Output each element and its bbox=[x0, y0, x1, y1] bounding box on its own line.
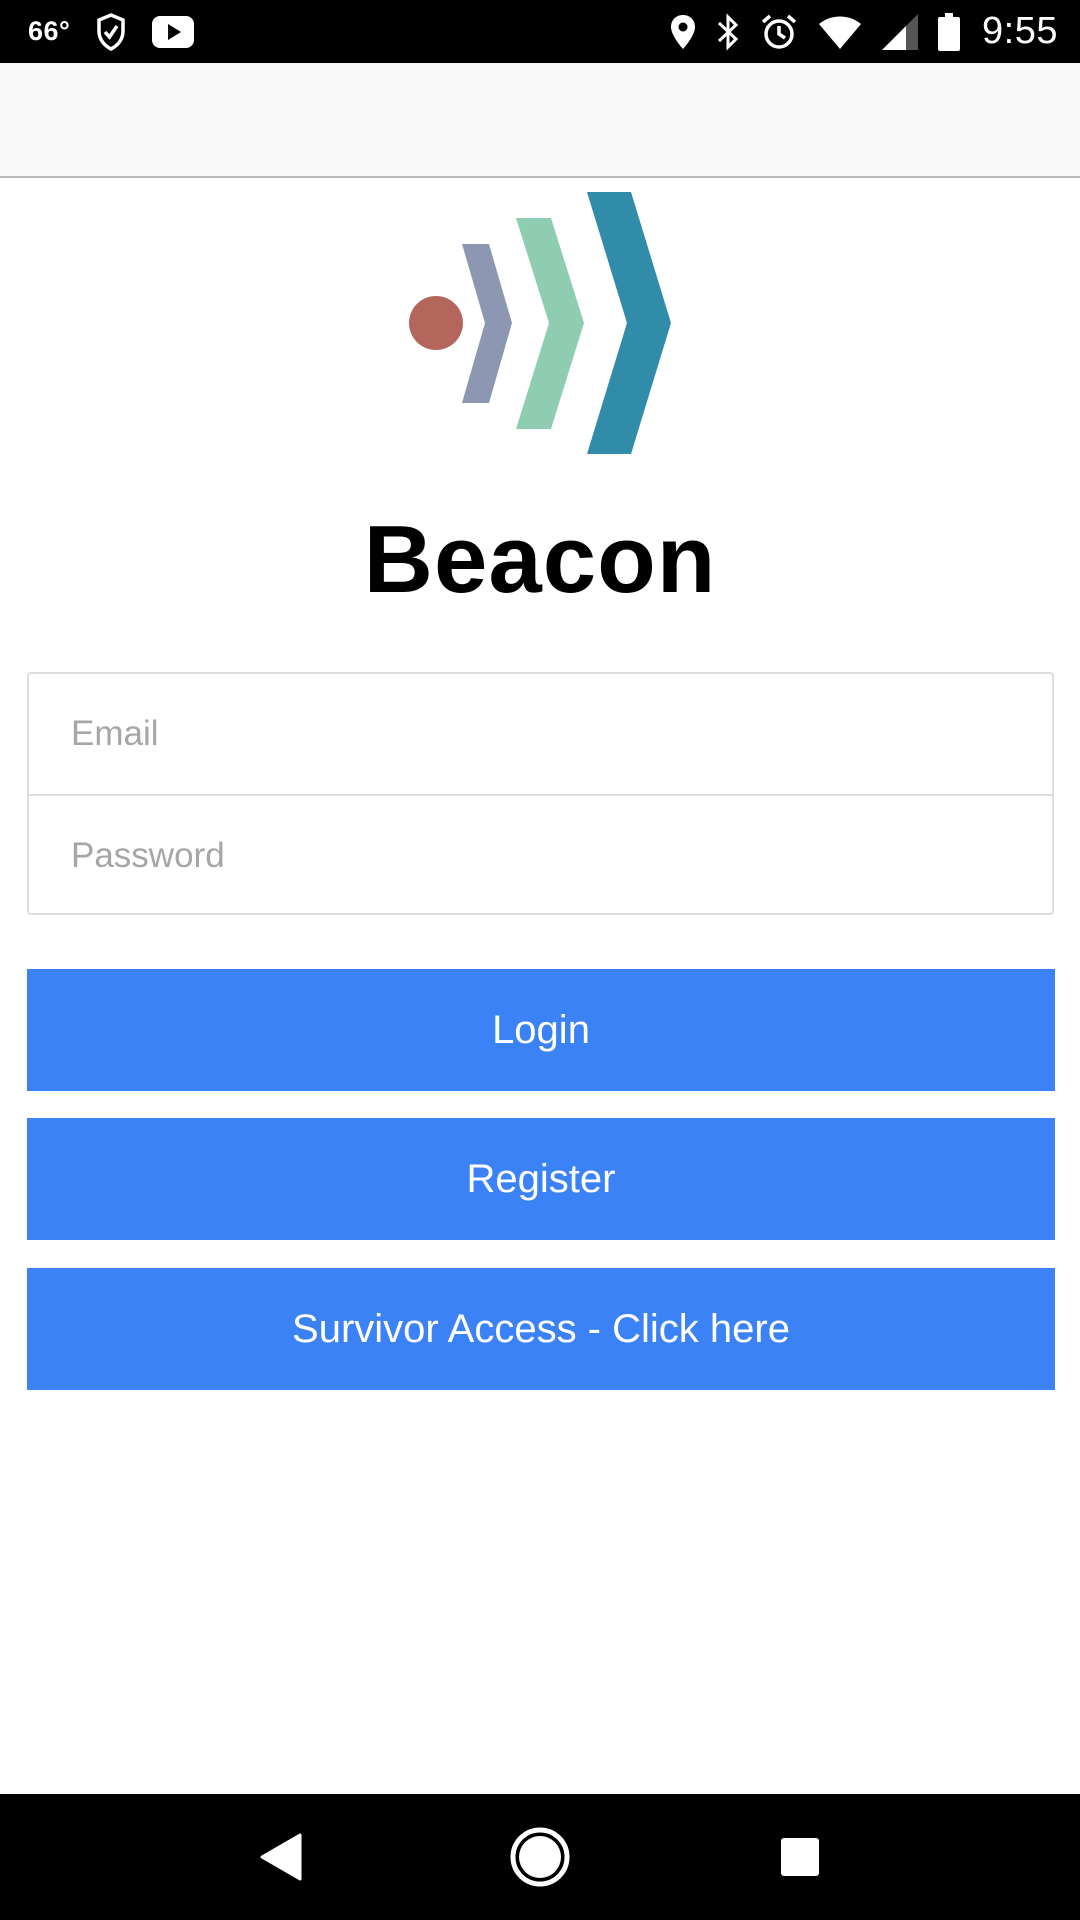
back-icon[interactable] bbox=[235, 1812, 325, 1902]
wifi-icon bbox=[818, 15, 862, 49]
clock-text: 9:55 bbox=[982, 10, 1058, 52]
login-form bbox=[27, 672, 1054, 916]
navigation-bar bbox=[0, 1794, 1080, 1920]
survivor-access-button[interactable]: Survivor Access - Click here bbox=[27, 1268, 1055, 1390]
youtube-icon bbox=[152, 15, 195, 48]
battery-icon bbox=[938, 12, 961, 51]
email-field[interactable] bbox=[29, 674, 1052, 794]
home-icon[interactable] bbox=[495, 1812, 585, 1902]
temperature-text: 66° bbox=[28, 16, 71, 46]
login-button[interactable]: Login bbox=[27, 969, 1055, 1091]
logo-chevron-small bbox=[462, 244, 512, 403]
status-bar-left: 66° bbox=[28, 12, 220, 51]
status-bar-right: 9:55 bbox=[650, 10, 1058, 53]
register-button[interactable]: Register bbox=[27, 1118, 1055, 1240]
logo-dot bbox=[409, 296, 463, 350]
password-field[interactable] bbox=[29, 796, 1052, 916]
shield-check-icon bbox=[96, 12, 126, 51]
logo-chevron-large bbox=[587, 192, 671, 454]
app-title: Beacon bbox=[363, 506, 717, 613]
signal-icon bbox=[882, 13, 919, 50]
login-screen: 66° 9:55 Beacon Email Login Register Sur… bbox=[0, 0, 1080, 1920]
recents-icon[interactable] bbox=[755, 1812, 845, 1902]
status-bar: 66° 9:55 bbox=[0, 0, 1080, 63]
alarm-icon bbox=[760, 13, 798, 51]
bluetooth-icon bbox=[716, 12, 740, 51]
beacon-logo bbox=[400, 188, 680, 460]
logo-chevron-medium bbox=[516, 218, 584, 429]
app-bar bbox=[0, 63, 1080, 178]
location-icon bbox=[670, 14, 696, 50]
